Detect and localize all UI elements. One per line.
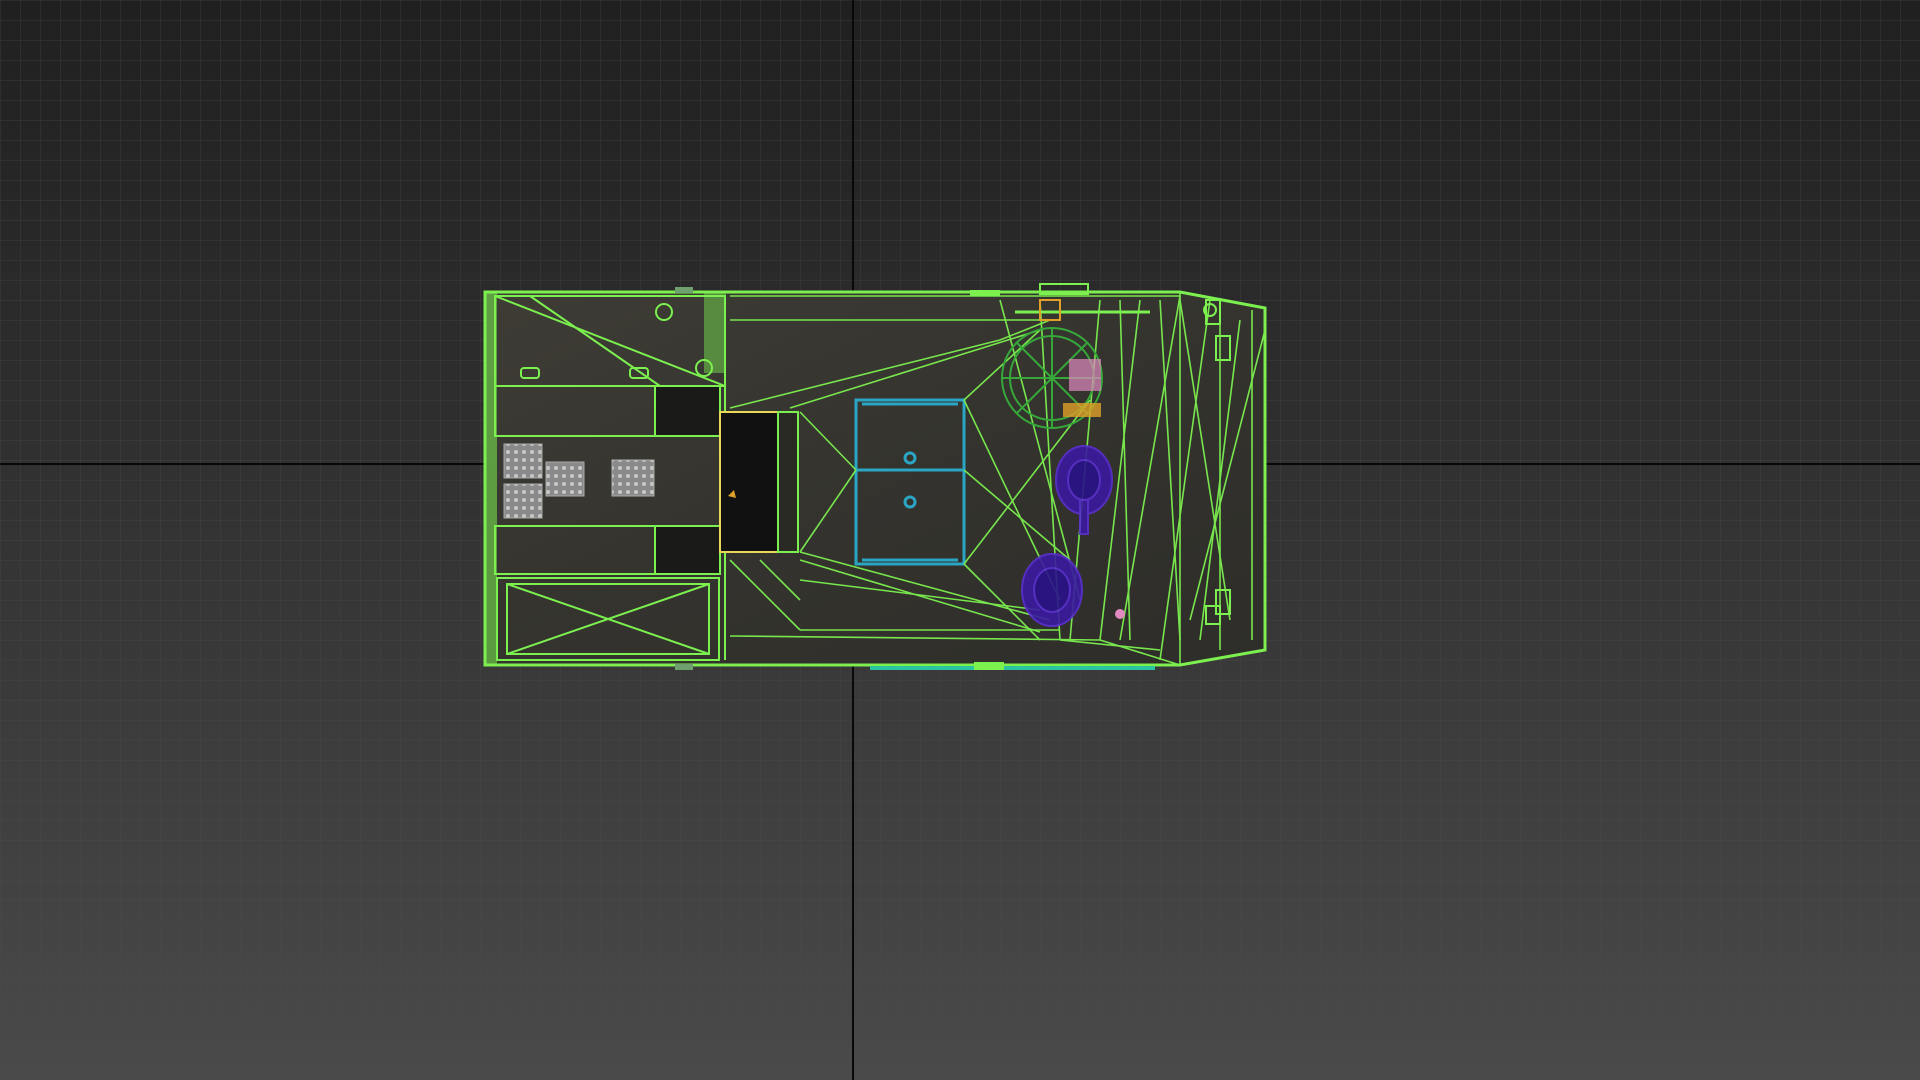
viewport-canvas[interactable]	[0, 0, 1920, 1080]
marker-dot	[1115, 609, 1125, 619]
center-hatch	[719, 411, 799, 553]
driver-hatch	[1021, 553, 1083, 627]
vehicle-model[interactable]	[483, 283, 1267, 670]
3d-viewport-top[interactable]	[0, 0, 1920, 1080]
